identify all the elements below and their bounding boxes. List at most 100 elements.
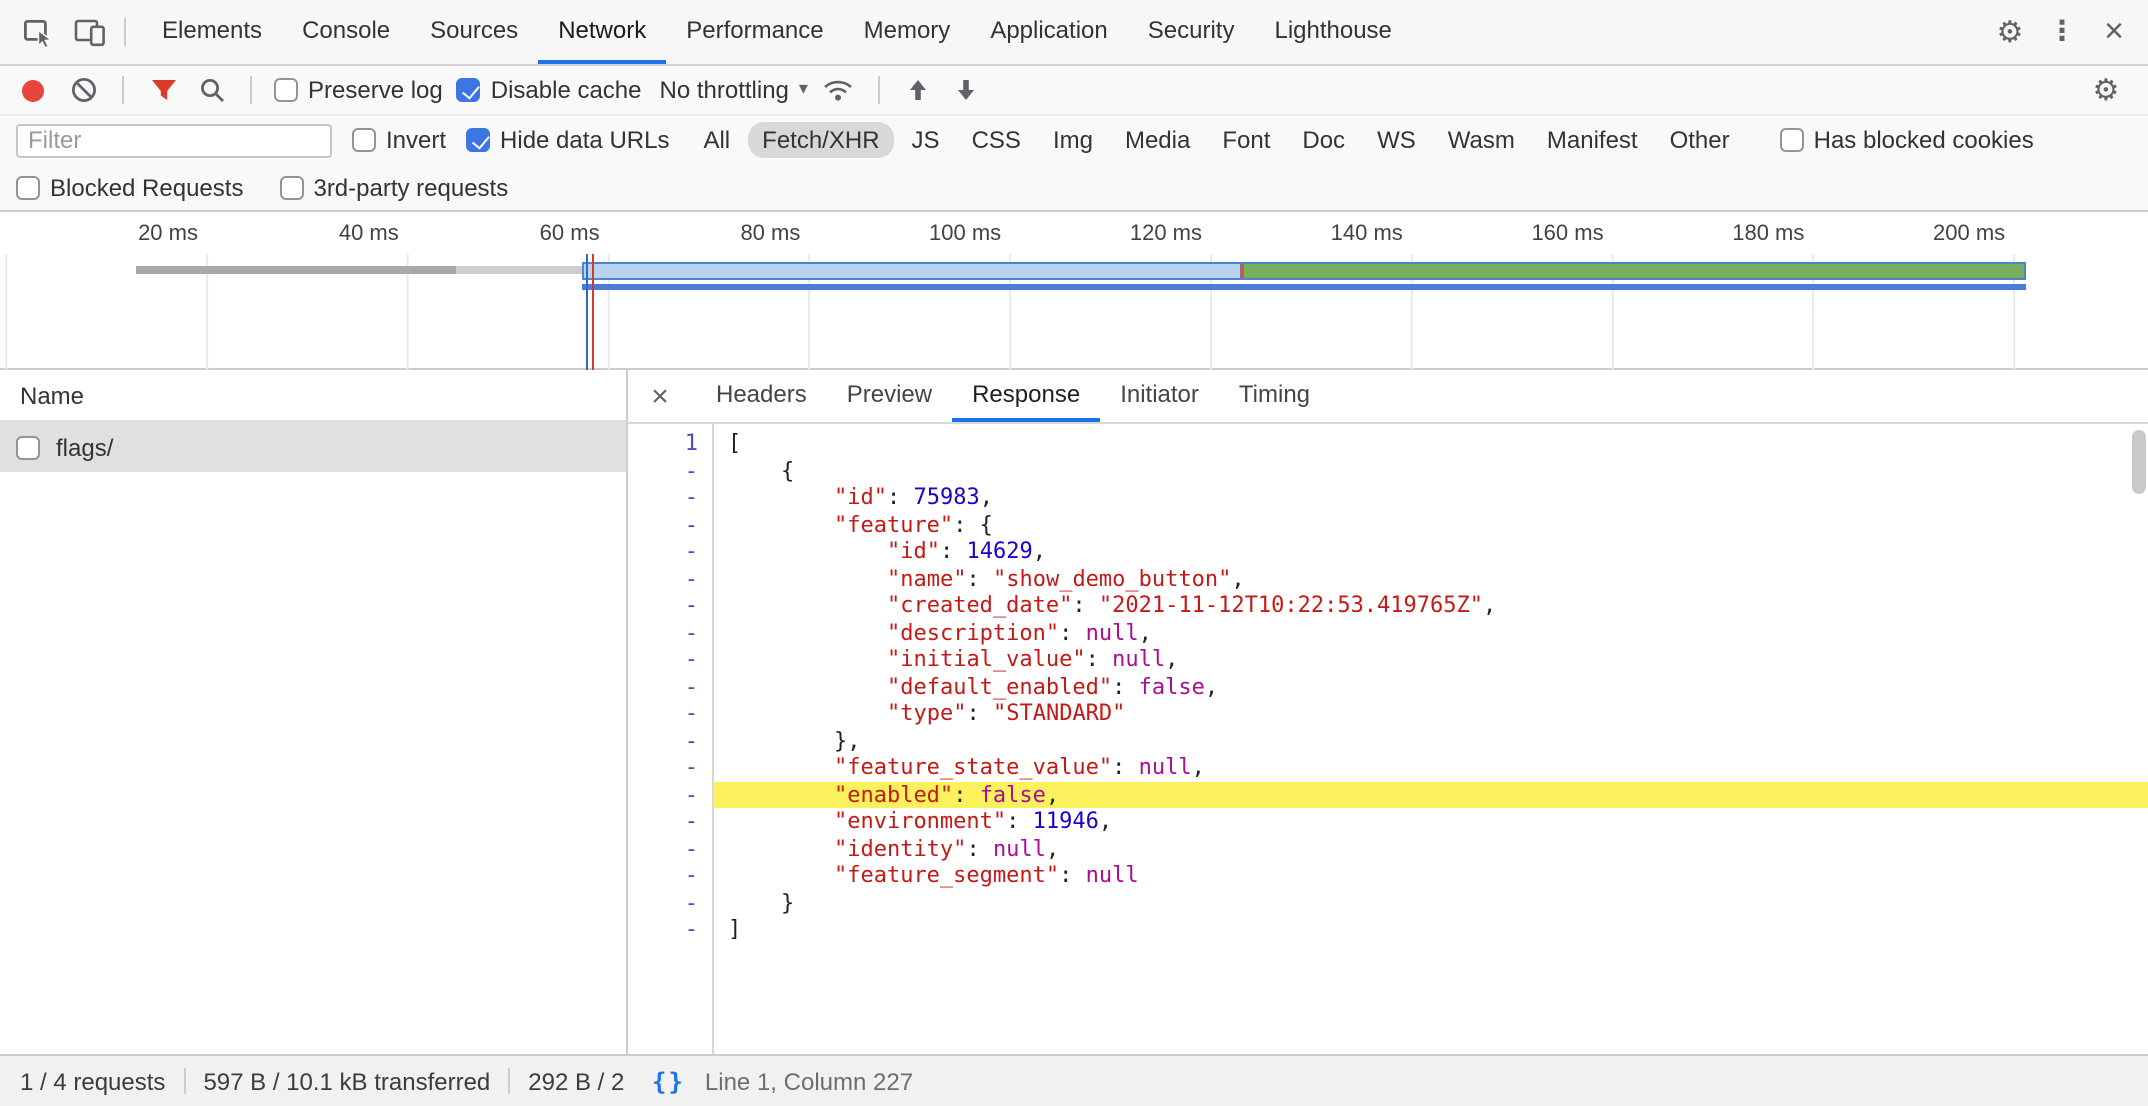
filter-type-wasm[interactable]: Wasm bbox=[1434, 122, 1529, 158]
line-number: - bbox=[628, 700, 714, 727]
line-text: { bbox=[714, 457, 2148, 484]
timeline-label: 80 ms bbox=[740, 222, 800, 246]
filter-type-manifest[interactable]: Manifest bbox=[1533, 122, 1652, 158]
devtools-tabbar: ElementsConsoleSourcesNetworkPerformance… bbox=[0, 0, 2148, 66]
filter-type-media[interactable]: Media bbox=[1111, 122, 1204, 158]
filter-type-ws[interactable]: WS bbox=[1363, 122, 1430, 158]
device-toolbar-glyph bbox=[74, 16, 106, 48]
has-blocked-cookies-checkbox[interactable]: Has blocked cookies bbox=[1780, 126, 2034, 154]
third-party-requests-checkbox[interactable]: 3rd-party requests bbox=[279, 173, 508, 201]
close-devtools-icon[interactable]: × bbox=[2088, 6, 2140, 58]
invert-label: Invert bbox=[386, 126, 446, 154]
filter-type-doc[interactable]: Doc bbox=[1288, 122, 1359, 158]
line-text: } bbox=[714, 889, 2148, 916]
line-number: - bbox=[628, 592, 714, 619]
line-text: "initial_value": null, bbox=[714, 646, 2148, 673]
timeline-label: 120 ms bbox=[1130, 222, 1202, 246]
filter-type-list: AllFetch/XHRJSCSSImgMediaFontDocWSWasmMa… bbox=[689, 122, 1743, 158]
timeline-label: 140 ms bbox=[1331, 222, 1403, 246]
checkbox-unchecked bbox=[1780, 128, 1804, 152]
disable-cache-checkbox[interactable]: Disable cache bbox=[457, 76, 642, 104]
checkbox-unchecked bbox=[279, 175, 303, 199]
filter-type-font[interactable]: Font bbox=[1208, 122, 1284, 158]
request-bar bbox=[582, 284, 2026, 290]
has-blocked-cookies-label: Has blocked cookies bbox=[1814, 126, 2034, 154]
filter-type-css[interactable]: CSS bbox=[958, 122, 1035, 158]
tab-elements[interactable]: Elements bbox=[142, 0, 282, 64]
preserve-log-checkbox[interactable]: Preserve log bbox=[274, 76, 443, 104]
panel-tabs: ElementsConsoleSourcesNetworkPerformance… bbox=[142, 0, 1412, 64]
response-status: {} Line 1, Column 227 bbox=[628, 1067, 913, 1095]
detail-tab-preview[interactable]: Preview bbox=[827, 370, 952, 422]
clear-icon[interactable] bbox=[66, 73, 100, 107]
line-number: - bbox=[628, 538, 714, 565]
detail-tab-headers[interactable]: Headers bbox=[696, 370, 827, 422]
network-settings-gear-icon[interactable]: ⚙ bbox=[2080, 64, 2132, 116]
tab-application[interactable]: Application bbox=[970, 0, 1127, 64]
request-row-flags[interactable]: flags/ bbox=[0, 422, 626, 472]
filter-type-all[interactable]: All bbox=[689, 122, 744, 158]
network-conditions-icon[interactable] bbox=[822, 73, 856, 107]
response-code-view[interactable]: 1[- {- "id": 75983,- "feature": {- "id":… bbox=[628, 424, 2148, 1054]
timeline-body bbox=[0, 254, 2148, 370]
code-line: - "feature": { bbox=[628, 511, 2148, 538]
tab-memory[interactable]: Memory bbox=[844, 0, 971, 64]
throttling-value: No throttling bbox=[660, 76, 789, 104]
dom-content-loaded-line bbox=[586, 254, 588, 370]
tab-security[interactable]: Security bbox=[1128, 0, 1255, 64]
scrollbar-thumb[interactable] bbox=[2132, 430, 2146, 494]
throttling-dropdown[interactable]: No throttling ▾ bbox=[660, 76, 808, 104]
cursor-position: Line 1, Column 227 bbox=[705, 1067, 913, 1095]
invert-checkbox[interactable]: Invert bbox=[352, 126, 446, 154]
blocked-requests-checkbox[interactable]: Blocked Requests bbox=[16, 173, 243, 201]
network-filter-input[interactable] bbox=[16, 123, 332, 157]
arrow-down-glyph bbox=[955, 78, 979, 102]
line-text: "environment": 11946, bbox=[714, 808, 2148, 835]
timeline-label: 40 ms bbox=[339, 222, 399, 246]
tab-lighthouse[interactable]: Lighthouse bbox=[1254, 0, 1411, 64]
requests-panel: Name flags/ bbox=[0, 370, 628, 1054]
filter-funnel-icon[interactable] bbox=[146, 73, 180, 107]
detail-tab-initiator[interactable]: Initiator bbox=[1100, 370, 1219, 422]
tab-console[interactable]: Console bbox=[282, 0, 410, 64]
line-number: - bbox=[628, 565, 714, 592]
load-event-line bbox=[592, 254, 594, 370]
name-column-header[interactable]: Name bbox=[0, 370, 626, 422]
name-column-label: Name bbox=[20, 382, 84, 410]
code-line: - } bbox=[628, 889, 2148, 916]
pretty-print-icon[interactable]: {} bbox=[652, 1067, 685, 1095]
divider bbox=[122, 76, 124, 104]
inspect-element-glyph bbox=[22, 16, 54, 48]
tab-sources[interactable]: Sources bbox=[410, 0, 538, 64]
settings-gear-icon[interactable]: ⚙ bbox=[1984, 6, 2036, 58]
filter-type-img[interactable]: Img bbox=[1039, 122, 1107, 158]
filter-type-js[interactable]: JS bbox=[898, 122, 954, 158]
request-checkbox[interactable] bbox=[16, 435, 40, 459]
export-har-icon[interactable] bbox=[950, 73, 984, 107]
code-line: - "name": "show_demo_button", bbox=[628, 565, 2148, 592]
code-line: 1[ bbox=[628, 430, 2148, 457]
inspect-element-icon[interactable] bbox=[12, 6, 64, 58]
third-party-requests-label: 3rd-party requests bbox=[313, 173, 508, 201]
code-line: - "feature_segment": null bbox=[628, 862, 2148, 889]
line-number: - bbox=[628, 619, 714, 646]
device-toolbar-icon[interactable] bbox=[64, 6, 116, 58]
search-icon[interactable] bbox=[194, 73, 228, 107]
detail-tab-response[interactable]: Response bbox=[952, 370, 1100, 422]
code-line: - "default_enabled": false, bbox=[628, 673, 2148, 700]
code-line: - "type": "STANDARD" bbox=[628, 700, 2148, 727]
waiting-segment bbox=[584, 264, 1239, 278]
timeline-overview[interactable]: 20 ms40 ms60 ms80 ms100 ms120 ms140 ms16… bbox=[0, 212, 2148, 370]
kebab-menu-icon[interactable]: ⋮ bbox=[2036, 6, 2088, 58]
line-text: }, bbox=[714, 727, 2148, 754]
tab-performance[interactable]: Performance bbox=[666, 0, 843, 64]
close-detail-icon[interactable]: × bbox=[636, 370, 684, 422]
detail-tab-timing[interactable]: Timing bbox=[1219, 370, 1330, 422]
tab-network[interactable]: Network bbox=[538, 0, 666, 64]
filter-type-fetch-xhr[interactable]: Fetch/XHR bbox=[748, 122, 893, 158]
line-number: 1 bbox=[628, 430, 714, 457]
filter-type-other[interactable]: Other bbox=[1656, 122, 1744, 158]
hide-data-urls-checkbox[interactable]: Hide data URLs bbox=[466, 126, 669, 154]
import-har-icon[interactable] bbox=[902, 73, 936, 107]
record-button[interactable] bbox=[22, 79, 44, 101]
